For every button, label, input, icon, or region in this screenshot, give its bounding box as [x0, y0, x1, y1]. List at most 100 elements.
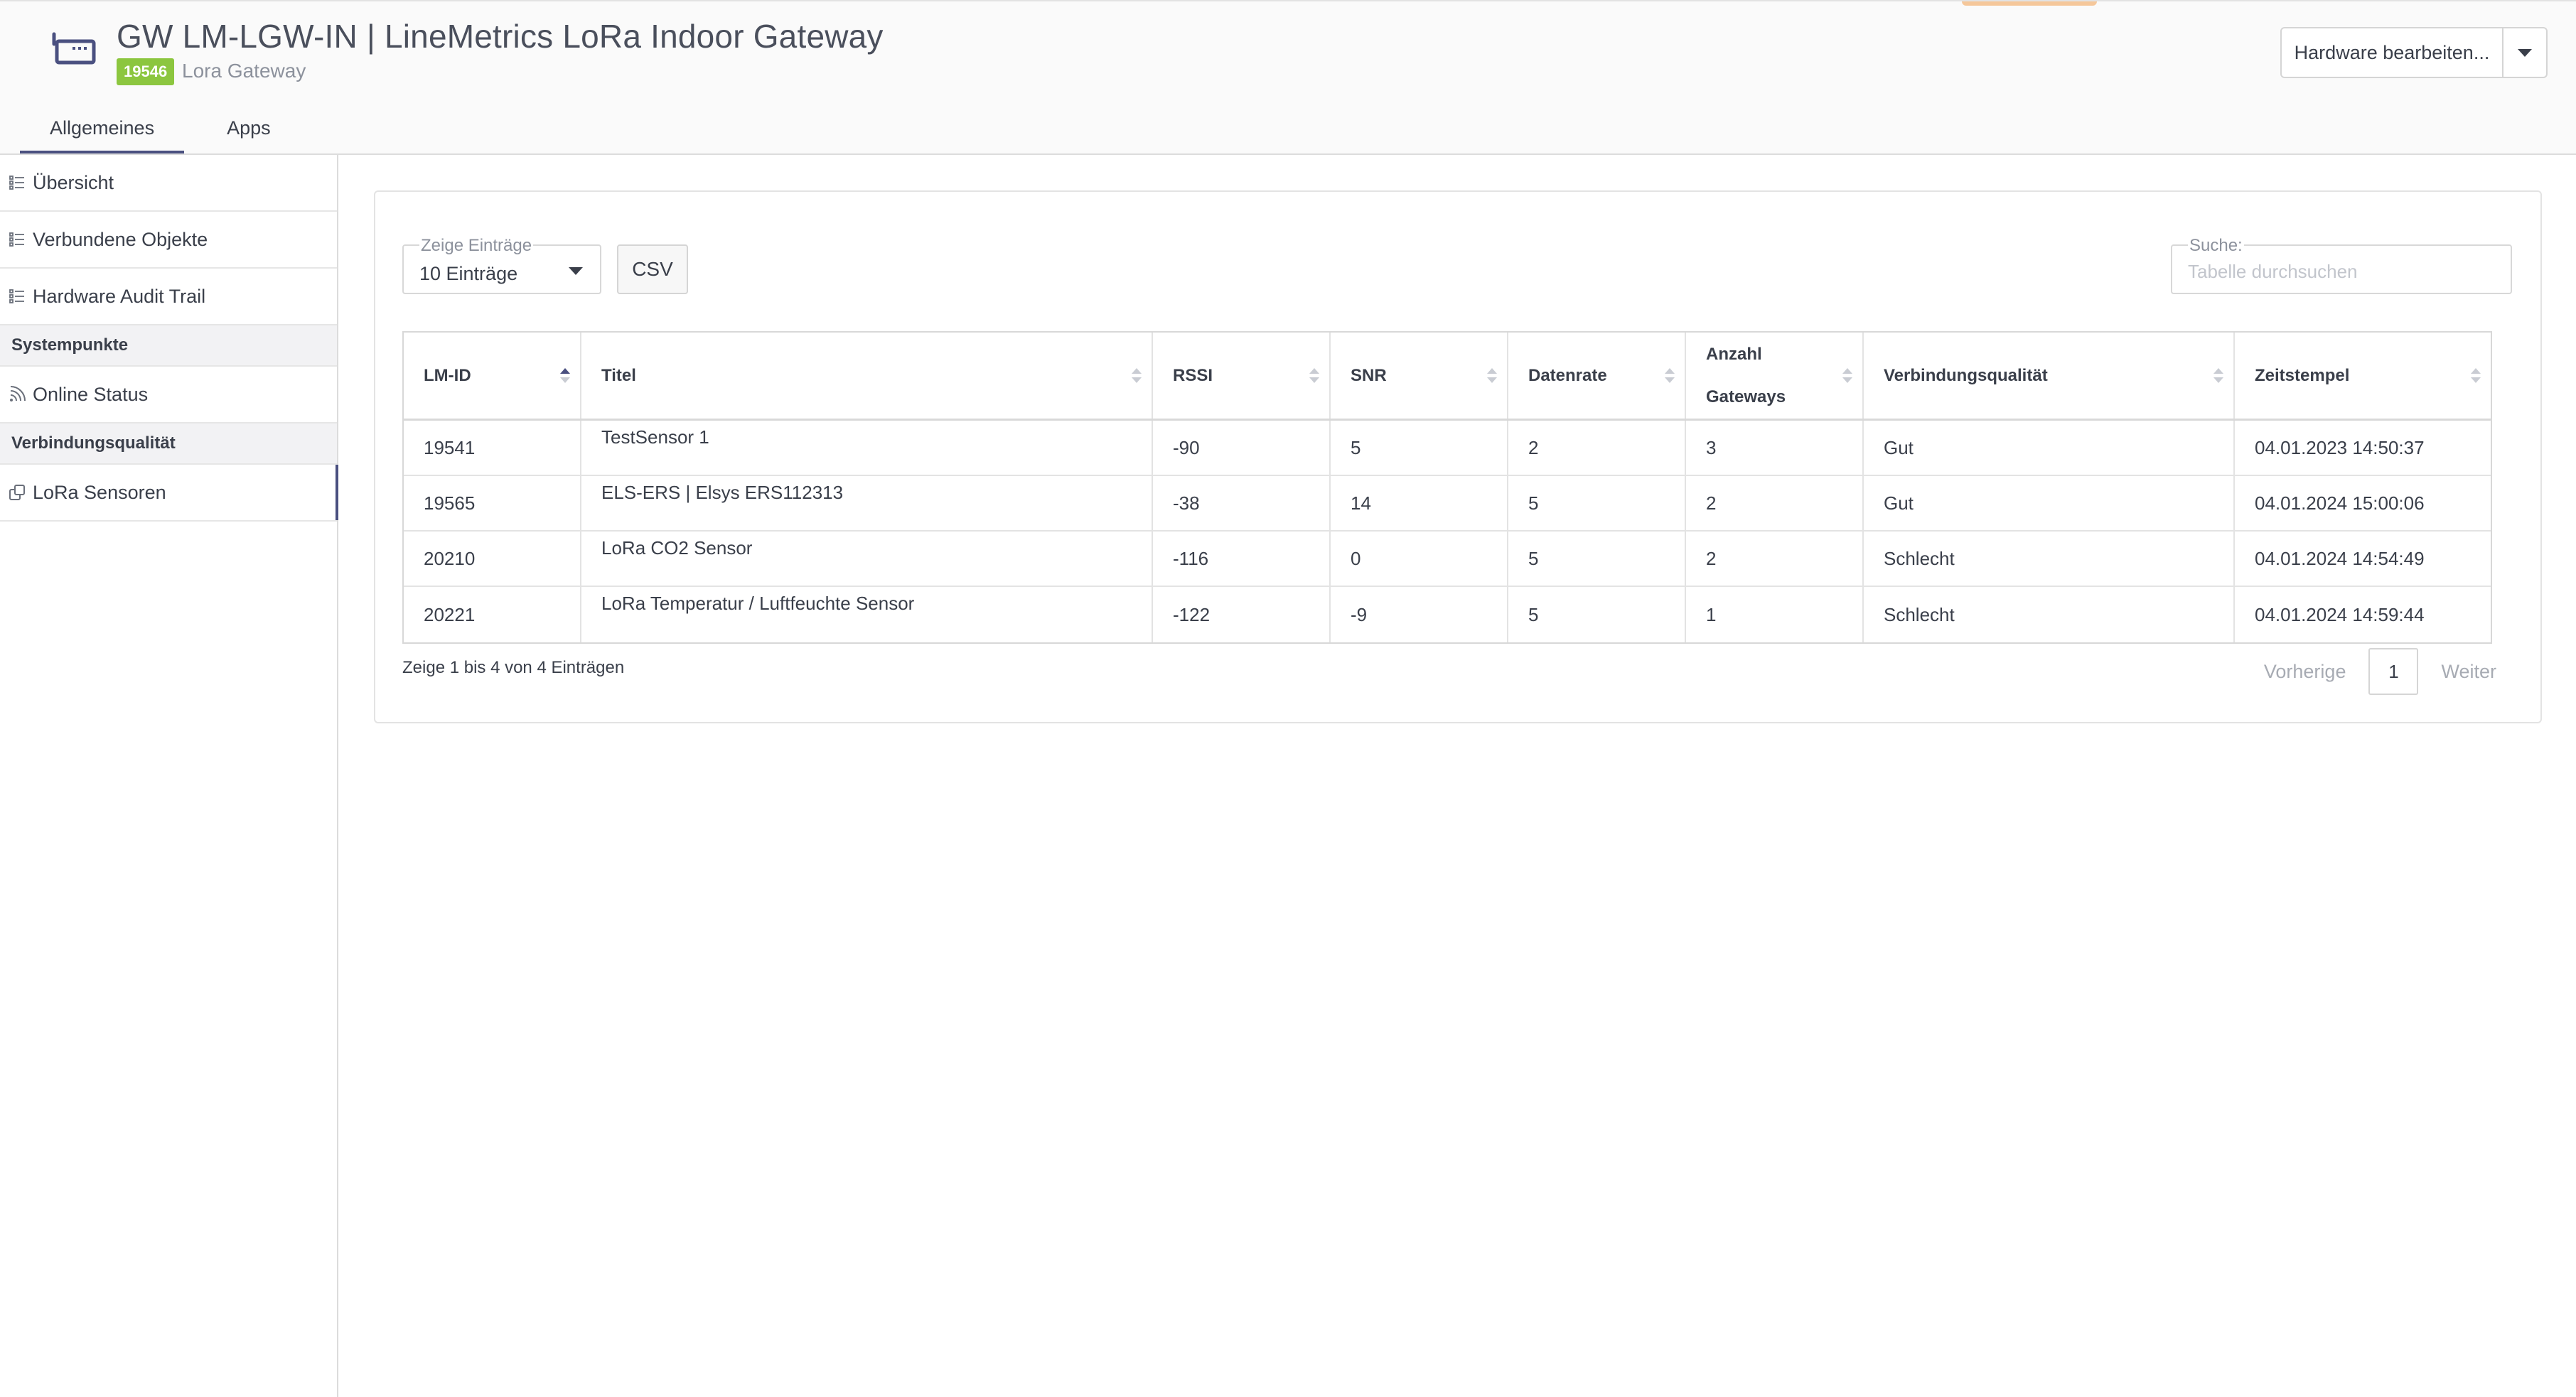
sort-icon [1309, 368, 1319, 385]
cell-titel[interactable]: LoRa CO2 Sensor [581, 532, 1153, 586]
cell-snr: 14 [1331, 476, 1508, 530]
sidebar-item-label: Verbundene Objekte [33, 228, 208, 250]
entries-length-value: 10 Einträge [419, 263, 518, 284]
sidebar-item-verbundene-objekte[interactable]: Verbundene Objekte [0, 212, 337, 269]
sidebar-item-label: Online Status [33, 383, 149, 405]
signal-icon [10, 386, 26, 401]
sort-asc-icon [560, 368, 570, 385]
sort-icon [1665, 368, 1675, 385]
cell-anzahl-gateways: 3 [1686, 421, 1864, 475]
cell-datenrate: 5 [1508, 532, 1686, 586]
sidebar-item-label: Hardware Audit Trail [33, 285, 206, 307]
cell-zeitstempel: 04.01.2024 14:59:44 [2255, 603, 2425, 625]
csv-export-button[interactable]: CSV [617, 244, 688, 294]
cell-titel[interactable]: ELS-ERS | Elsys ERS112313 [581, 476, 1153, 530]
cell-datenrate: 2 [1508, 421, 1686, 475]
search-input[interactable] [2186, 259, 2499, 284]
table-row: 19541 TestSensor 1 -90 5 2 3 Gut 04.01.2… [404, 421, 2491, 476]
sidebar-section-verbindungsqualitaet: Verbindungsqualität [0, 424, 337, 465]
table-row: 20221 LoRa Temperatur / Luftfeuchte Sens… [404, 587, 2491, 642]
cell-zeitstempel: 04.01.2024 14:54:49 [2255, 547, 2425, 569]
entries-length-label: Zeige Einträge [419, 236, 534, 256]
table-info: Zeige 1 bis 4 von 4 Einträgen [402, 658, 625, 677]
pagination-prev[interactable]: Vorherige [2264, 661, 2346, 683]
cell-anzahl-gateways: 2 [1686, 532, 1864, 586]
cell-lm-id: 20221 [404, 587, 581, 642]
column-header-label: Anzahl Gateways [1706, 344, 1786, 406]
cell-anzahl-gateways: 1 [1686, 587, 1864, 642]
column-header-titel[interactable]: Titel [581, 333, 1153, 419]
cell-zeitstempel: 04.01.2024 15:00:06 [2255, 492, 2425, 514]
list-icon [9, 289, 24, 303]
column-header-rssi[interactable]: RSSI [1153, 333, 1331, 419]
cell-verbindungsqualitaet: Schlecht [1864, 587, 2235, 642]
column-header-anzahl-gateways[interactable]: Anzahl Gateways [1686, 333, 1864, 419]
sidebar: Übersicht Verbundene Objekte Hardware Au… [0, 155, 338, 1397]
table-row: 20210 LoRa CO2 Sensor -116 0 5 2 Schlech… [404, 532, 2491, 587]
pagination: Vorherige 1 Weiter [2264, 648, 2496, 695]
column-header-datenrate[interactable]: Datenrate [1508, 333, 1686, 419]
sidebar-item-uebersicht[interactable]: Übersicht [0, 155, 337, 212]
cell-verbindungsqualitaet: Gut [1864, 476, 2235, 530]
column-header-snr[interactable]: SNR [1331, 333, 1508, 419]
column-header-label: SNR [1351, 365, 1387, 385]
cell-rssi: -90 [1153, 421, 1331, 475]
column-header-label: RSSI [1173, 365, 1213, 385]
gateway-icon [52, 32, 96, 65]
sidebar-item-online-status[interactable]: Online Status [0, 367, 337, 424]
cell-verbindungsqualitaet: Gut [1864, 421, 2235, 475]
column-header-label: Datenrate [1528, 365, 1607, 385]
table-header: LM-ID Titel RSSI SNR Datenrate Anzahl Ga… [404, 333, 2491, 421]
sort-icon [1842, 368, 1852, 385]
tab-apps[interactable]: Apps [197, 109, 301, 153]
sort-icon [1487, 368, 1497, 385]
sidebar-item-lora-sensoren[interactable]: LoRa Sensoren [0, 465, 338, 522]
cell-titel[interactable]: TestSensor 1 [581, 421, 1153, 475]
accent-strip [1962, 1, 2097, 6]
edit-hardware-button[interactable]: Hardware bearbeiten... [2282, 28, 2503, 77]
column-header-label: LM-ID [424, 365, 471, 385]
chevron-down-icon [569, 267, 583, 275]
column-header-zeitstempel[interactable]: Zeitstempel [2235, 333, 2491, 419]
hardware-type: Lora Gateway [182, 60, 306, 82]
pagination-next[interactable]: Weiter [2441, 661, 2496, 683]
search-label: Suche: [2188, 236, 2244, 256]
cell-snr: 5 [1331, 421, 1508, 475]
column-header-label: Titel [601, 365, 636, 385]
list-icon [9, 232, 24, 247]
column-header-label: Verbindungsqualität [1884, 365, 2048, 385]
sort-icon [1132, 368, 1142, 385]
cell-rssi: -38 [1153, 476, 1331, 530]
column-header-lm-id[interactable]: LM-ID [404, 333, 581, 419]
sort-icon [2213, 368, 2223, 385]
edit-dropdown-toggle[interactable] [2503, 28, 2546, 77]
search-field: Suche: [2171, 236, 2512, 294]
pagination-page-1[interactable]: 1 [2368, 648, 2419, 695]
table-row: 19565 ELS-ERS | Elsys ERS112313 -38 14 5… [404, 476, 2491, 532]
cell-datenrate: 5 [1508, 476, 1686, 530]
entries-length-select[interactable]: Zeige Einträge 10 Einträge [402, 236, 601, 294]
cell-anzahl-gateways: 2 [1686, 476, 1864, 530]
cell-verbindungsqualitaet: Schlecht [1864, 532, 2235, 586]
sidebar-section-systempunkte: Systempunkte [0, 325, 337, 367]
sort-icon [2471, 368, 2481, 385]
main-panel: Zeige Einträge 10 Einträge CSV Suche: LM… [374, 190, 2542, 723]
edit-hardware-group: Hardware bearbeiten... [2280, 27, 2548, 78]
sidebar-item-hardware-audit-trail[interactable]: Hardware Audit Trail [0, 269, 337, 325]
cell-datenrate: 5 [1508, 587, 1686, 642]
sensors-table: LM-ID Titel RSSI SNR Datenrate Anzahl Ga… [402, 331, 2492, 644]
cell-rssi: -116 [1153, 532, 1331, 586]
column-header-label: Zeitstempel [2255, 365, 2350, 385]
chevron-down-icon [2518, 48, 2532, 57]
tab-allgemeines[interactable]: Allgemeines [20, 109, 185, 153]
link-icon [9, 485, 25, 500]
cell-titel[interactable]: LoRa Temperatur / Luftfeuchte Sensor [581, 587, 1153, 642]
cell-snr: 0 [1331, 532, 1508, 586]
cell-zeitstempel: 04.01.2023 14:50:37 [2255, 436, 2425, 458]
column-header-verbindungsqualitaet[interactable]: Verbindungsqualität [1864, 333, 2235, 419]
cell-snr: -9 [1331, 587, 1508, 642]
cell-lm-id: 19565 [404, 476, 581, 530]
cell-lm-id: 19541 [404, 421, 581, 475]
cell-lm-id: 20210 [404, 532, 581, 586]
cell-rssi: -122 [1153, 587, 1331, 642]
